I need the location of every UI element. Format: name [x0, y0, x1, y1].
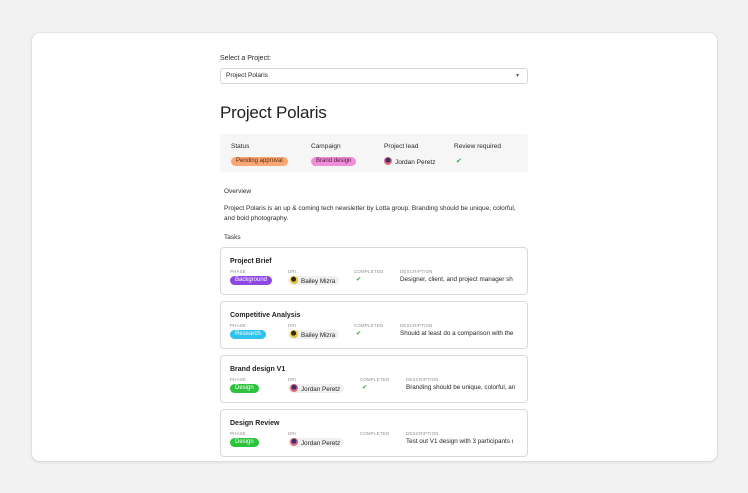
task-card[interactable]: Brand design V1 PHASE DRI COMPLETED DESC… [220, 355, 528, 403]
overview-heading: Overview [224, 188, 252, 195]
project-lead-name: Jordan Peretz [395, 159, 436, 166]
campaign-value[interactable]: Brand design [311, 157, 357, 166]
dri-label: DRI [288, 431, 297, 436]
project-lead-value[interactable]: Jordan Peretz [384, 157, 435, 166]
description-label: DESCRIPTION [400, 323, 433, 328]
task-description: Test out V1 design with 3 participants ı [406, 438, 514, 445]
phase-value: Background [230, 276, 273, 285]
task-card[interactable]: Design Review PHASE DRI COMPLETED DESCRI… [220, 409, 528, 457]
description-label: DESCRIPTION [406, 431, 439, 436]
phase-label: PHASE [230, 431, 247, 436]
task-card[interactable]: Project Brief PHASE DRI COMPLETED DESCRI… [220, 247, 528, 295]
avatar [290, 276, 298, 284]
completed-label: COMPLETED [360, 431, 390, 436]
overview-text: Project Polaris is an up & coming tech n… [224, 205, 516, 222]
dri-value: Bailey Mizra [288, 276, 340, 285]
completed-label: COMPLETED [360, 377, 390, 382]
project-select[interactable]: Project Polaris ▼ [220, 68, 528, 84]
campaign-label: Campaign [311, 143, 341, 150]
completed-label: COMPLETED [354, 323, 384, 328]
status-label: Status [231, 143, 250, 150]
task-description: Should at least do a comparison with the [400, 330, 514, 337]
task-card[interactable]: Competitive Analysis PHASE DRI COMPLETED… [220, 301, 528, 349]
dri-label: DRI [288, 269, 297, 274]
phase-badge: Design [230, 438, 259, 447]
dri-name: Jordan Peretz [301, 386, 341, 393]
phase-label: PHASE [230, 377, 247, 382]
phase-badge: Design [230, 384, 259, 393]
review-required-value[interactable]: ✔ [456, 157, 462, 165]
phase-value: Design [230, 384, 259, 393]
review-required-label: Review required [454, 143, 501, 150]
avatar [384, 157, 392, 165]
completed-label: COMPLETED [354, 269, 384, 274]
phase-value: Research [230, 330, 266, 339]
task-title: Brand design V1 [230, 366, 286, 373]
dri-name: Bailey Mizra [301, 278, 336, 285]
select-value: Project Polaris [226, 72, 268, 79]
dri-value: Jordan Peretz [288, 384, 345, 393]
task-description: Designer, client, and project manager sh [400, 276, 513, 283]
task-title: Design Review [230, 420, 280, 427]
avatar [290, 438, 298, 446]
phase-badge: Research [230, 330, 266, 339]
description-label: DESCRIPTION [400, 269, 433, 274]
tasks-heading: Tasks [224, 234, 241, 241]
phase-badge: Background [230, 276, 273, 285]
avatar [290, 330, 298, 338]
project-card: Select a Project: Project Polaris ▼ Proj… [32, 33, 717, 461]
page-title: Project Polaris [220, 103, 327, 122]
campaign-badge: Brand design [311, 157, 357, 166]
task-description: Branding should be unique, colorful, an [406, 384, 516, 391]
checkmark-icon: ✔ [356, 330, 362, 337]
task-title: Competitive Analysis [230, 312, 301, 319]
dri-value: Bailey Mizra [288, 330, 340, 339]
dri-label: DRI [288, 377, 297, 382]
chevron-down-icon: ▼ [515, 73, 520, 79]
phase-label: PHASE [230, 323, 247, 328]
project-properties: Status Pending approval Campaign Brand d… [220, 134, 528, 172]
select-label: Select a Project: [220, 55, 271, 62]
phase-label: PHASE [230, 269, 247, 274]
phase-value: Design [230, 438, 259, 447]
checkmark-icon: ✔ [362, 384, 368, 391]
checkmark-icon: ✔ [356, 276, 362, 283]
dri-value: Jordan Peretz [288, 438, 345, 447]
checkmark-icon: ✔ [456, 158, 462, 165]
avatar [290, 384, 298, 392]
project-lead-label: Project lead [384, 143, 419, 150]
status-value[interactable]: Pending approval [231, 157, 288, 166]
dri-name: Jordan Peretz [301, 440, 341, 447]
description-label: DESCRIPTION [406, 377, 439, 382]
status-badge: Pending approval [231, 157, 288, 166]
dri-name: Bailey Mizra [301, 332, 336, 339]
task-title: Project Brief [230, 258, 272, 265]
dri-label: DRI [288, 323, 297, 328]
